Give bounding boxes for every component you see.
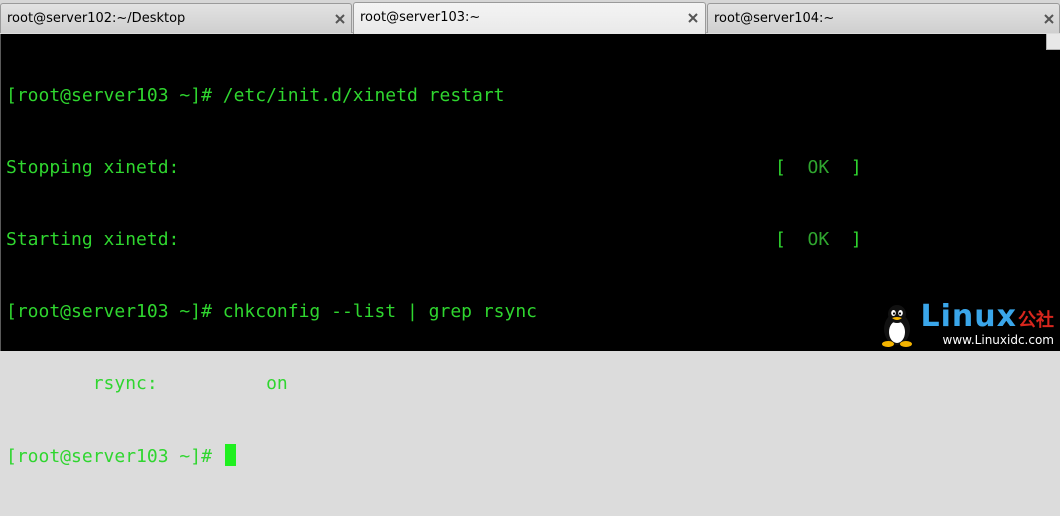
watermark-brand-cn: 公社 bbox=[1018, 310, 1054, 331]
scrollbar-top[interactable] bbox=[1046, 34, 1060, 50]
line-text: Starting xinetd: bbox=[6, 229, 180, 250]
status-ok: OK bbox=[807, 229, 830, 250]
terminal-line: rsync: on bbox=[6, 372, 537, 396]
terminal-line: Stopping xinetd: [ OK ] bbox=[6, 156, 862, 180]
watermark-brand: Linux bbox=[920, 299, 1017, 334]
watermark-text: Linux 公社 www.Linuxidc.com bbox=[920, 299, 1054, 348]
status-indicator: [ OK ] bbox=[775, 228, 862, 252]
status-bracket-close: ] bbox=[829, 157, 862, 178]
terminal-line: Starting xinetd: [ OK ] bbox=[6, 228, 862, 252]
terminal-line: [root@server103 ~]# /etc/init.d/xinetd r… bbox=[6, 84, 537, 108]
tux-penguin-icon bbox=[881, 305, 912, 347]
watermark-url: www.Linuxidc.com bbox=[942, 333, 1054, 347]
tab-bar: root@server102:~/Desktop root@server103:… bbox=[0, 0, 1060, 34]
tab-server102[interactable]: root@server102:~/Desktop bbox=[0, 3, 352, 33]
tab-server103[interactable]: root@server103:~ bbox=[353, 2, 706, 34]
line-text: [root@server103 ~]# /etc/init.d/xinetd r… bbox=[6, 85, 505, 106]
terminal-line: [root@server103 ~]# bbox=[6, 444, 537, 468]
status-ok: OK bbox=[807, 157, 830, 178]
watermark-logo: Linux 公社 www.Linuxidc.com bbox=[877, 302, 1054, 347]
line-text: Stopping xinetd: bbox=[6, 157, 180, 178]
line-text: [root@server103 ~]# chkconfig --list | g… bbox=[6, 301, 538, 322]
tab-label: root@server103:~ bbox=[360, 10, 481, 25]
prompt-text: [root@server103 ~]# bbox=[6, 446, 223, 467]
status-bracket-open: [ bbox=[775, 229, 808, 250]
tab-label: root@server104:~ bbox=[714, 11, 835, 26]
tab-label: root@server102:~/Desktop bbox=[7, 11, 186, 26]
text-cursor bbox=[224, 444, 236, 466]
terminal-line: [root@server103 ~]# chkconfig --list | g… bbox=[6, 300, 537, 324]
status-bracket-close: ] bbox=[829, 229, 862, 250]
close-icon[interactable] bbox=[333, 12, 346, 25]
terminal-output: [root@server103 ~]# /etc/init.d/xinetd r… bbox=[6, 36, 862, 516]
close-icon[interactable] bbox=[686, 11, 699, 24]
status-indicator: [ OK ] bbox=[775, 156, 862, 180]
line-text: rsync: on bbox=[6, 373, 288, 394]
tab-server104[interactable]: root@server104:~ bbox=[707, 3, 1060, 33]
close-icon[interactable] bbox=[1042, 12, 1055, 25]
status-bracket-open: [ bbox=[775, 157, 808, 178]
